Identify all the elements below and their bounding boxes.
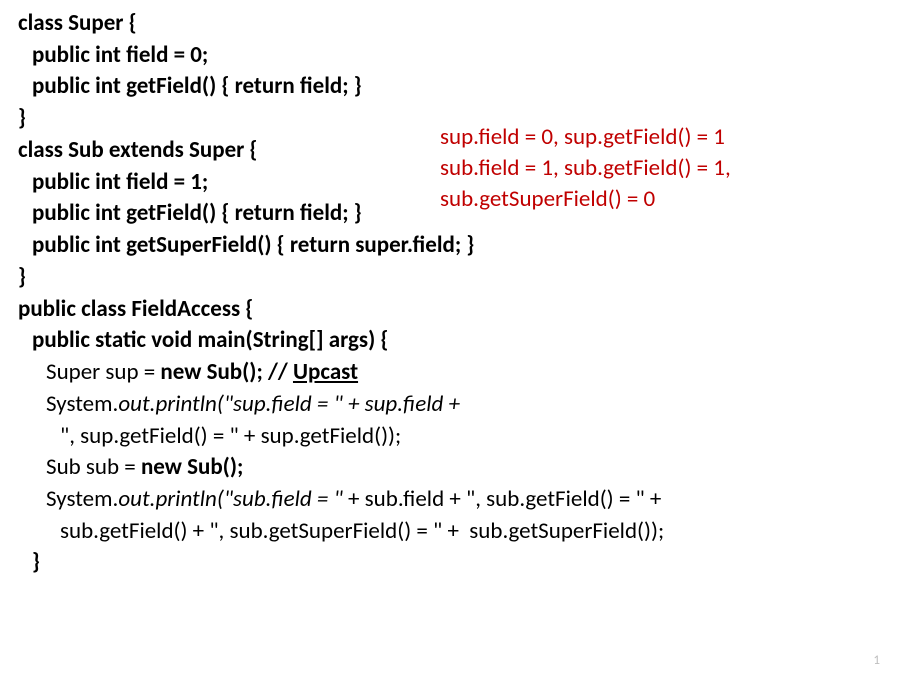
code-line-3: public int getField() { return field; } (18, 71, 902, 103)
code-text: new Sub(); (141, 453, 243, 481)
code-text: Sub sub = (46, 453, 141, 481)
code-line-13: System.out.println("sup.field = " + sup.… (18, 389, 902, 421)
code-line-15: Sub sub = new Sub(); (18, 452, 902, 484)
code-line-18: } (18, 547, 902, 579)
code-text: new Sub(); // (160, 358, 293, 386)
code-line-14: ", sup.getField() = " + sup.getField()); (18, 421, 902, 453)
code-line-11: public static void main(String[] args) { (18, 325, 902, 357)
code-line-1: class Super { (18, 8, 902, 40)
code-line-10: public class FieldAccess { (18, 294, 902, 326)
code-line-9: } (18, 262, 902, 294)
code-text: out.println("sup.field = " + sup.field + (118, 390, 460, 418)
code-text: out.println("sub.field = " (118, 485, 348, 513)
code-line-2: public int field = 0; (18, 40, 902, 72)
code-text: + sub.field + ", sub.getField() = " + (348, 485, 661, 513)
code-text: Super sup = (46, 358, 160, 386)
output-line-3: sub.getSuperField() = 0 (440, 184, 731, 215)
code-text: System. (46, 390, 118, 418)
code-line-12: Super sup = new Sub(); // Upcast (18, 357, 902, 389)
slide-content: class Super { public int field = 0; publ… (0, 0, 920, 690)
code-text: System. (46, 485, 118, 513)
code-line-8: public int getSuperField() { return supe… (18, 230, 902, 262)
code-line-16: System.out.println("sub.field = " + sub.… (18, 484, 902, 516)
output-line-1: sup.field = 0, sup.getField() = 1 (440, 122, 731, 153)
code-text-upcast: Upcast (293, 358, 358, 386)
output-line-2: sub.field = 1, sub.getField() = 1, (440, 153, 731, 184)
code-line-17: sub.getField() + ", sub.getSuperField() … (18, 516, 902, 548)
output-box: sup.field = 0, sup.getField() = 1 sub.fi… (440, 122, 731, 215)
page-number: 1 (873, 653, 880, 668)
